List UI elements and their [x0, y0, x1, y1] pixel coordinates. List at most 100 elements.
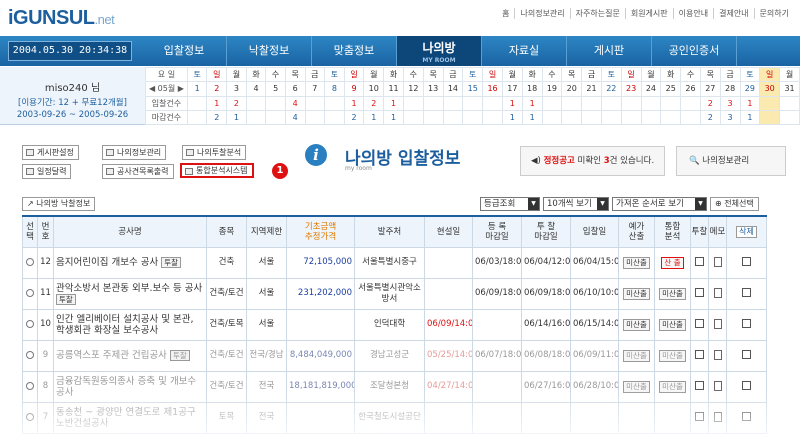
calendar-cell[interactable]: 5 — [265, 81, 286, 97]
calendar-cell[interactable]: 2 — [206, 81, 228, 97]
tuchal-checkbox[interactable] — [695, 319, 704, 328]
row-radio[interactable] — [26, 319, 34, 328]
site-logo[interactable]: iGUNSUL.net — [8, 7, 115, 30]
memo-icon[interactable] — [713, 287, 722, 298]
top-link[interactable]: 자주하는질문 — [569, 8, 625, 19]
calendar-cell[interactable]: 13 — [422, 81, 444, 97]
tuchal-tag[interactable]: 투찰 — [56, 293, 76, 305]
correction-notice[interactable]: ◀) 정정공고 미확인 3건 있습니다. — [520, 146, 665, 176]
order-select[interactable]: 가져온 순서로 보기 ▼ — [612, 197, 707, 211]
analysis-button[interactable]: 산 출 — [661, 256, 684, 269]
analysis-button[interactable]: 미산출 — [659, 318, 686, 331]
memo-icon[interactable] — [713, 256, 722, 267]
tuchal-checkbox[interactable] — [695, 350, 704, 359]
board-settings-button[interactable]: 게시판설정 — [22, 145, 79, 160]
delete-checkbox[interactable] — [742, 257, 751, 266]
calendar-cell[interactable]: 4 — [245, 81, 267, 97]
project-name[interactable]: 금융감독원동의종사 증축 및 개보수공사 — [56, 376, 196, 398]
table-row[interactable]: 8 금융감독원동의종사 증축 및 개보수공사 건축/토건 전국 18,181,819,0… — [22, 370, 767, 403]
row-radio[interactable] — [26, 288, 34, 297]
memo-icon[interactable] — [713, 411, 722, 422]
price-calc-button[interactable]: 미산출 — [623, 318, 650, 331]
memo-icon[interactable] — [713, 349, 722, 360]
calendar-cell[interactable]: 8 — [324, 81, 345, 97]
project-name[interactable]: 인간 엘리베이터 설치공사 및 본관, 학생회관 화장실 보수공사 — [56, 314, 193, 336]
calendar-cell[interactable]: 14 — [442, 81, 464, 97]
row-radio[interactable] — [26, 381, 34, 390]
project-name[interactable]: 공릉역스포 주제관 건립공사 — [56, 350, 167, 361]
top-link[interactable]: 문의하기 — [753, 8, 794, 19]
memo-icon[interactable] — [713, 318, 722, 329]
nav-tab[interactable]: 공인인증서 — [652, 36, 737, 66]
delete-checkbox[interactable] — [742, 412, 751, 421]
row-radio[interactable] — [26, 350, 34, 359]
delete-checkbox[interactable] — [742, 350, 751, 359]
row-radio[interactable] — [26, 257, 34, 266]
table-row[interactable]: 7 동송천 ~ 광양만 연결도로 제1공구 노반건설공사 토목 전국 한국철도시설공단 — [22, 401, 767, 434]
analysis-button[interactable]: 미산출 — [659, 380, 686, 393]
top-link[interactable]: 홈 — [497, 8, 514, 19]
calendar-cell[interactable]: 22 — [600, 81, 622, 97]
integrated-analysis-button[interactable]: 통합분석시스템 — [180, 163, 254, 178]
calendar-cell[interactable]: 17 — [501, 81, 523, 97]
calendar-cell[interactable]: 16 — [482, 81, 503, 97]
my-info-manage-button[interactable]: 🔍 나의정보관리 — [676, 146, 786, 176]
nav-tab[interactable]: 맞춤정보 — [312, 36, 397, 66]
bid-analysis-button[interactable]: 나의투찰분석 — [182, 145, 247, 160]
calendar-cell[interactable]: 27 — [699, 81, 721, 97]
my-award-info-button[interactable]: ↗ 나의방 낙찰정보 — [22, 197, 96, 211]
tuchal-tag[interactable]: 투찰 — [161, 257, 182, 268]
select-all-button[interactable]: ⊕ 전체선택 — [710, 197, 759, 211]
calendar-cell[interactable]: 9 — [343, 81, 365, 97]
nav-tab[interactable]: 나의방 MY ROOM — [397, 36, 482, 66]
price-calc-button[interactable]: 미산출 — [623, 256, 650, 269]
per-page-select[interactable]: 10개씩 보기 ▼ — [543, 197, 609, 211]
analysis-button[interactable]: 미산출 — [659, 287, 686, 300]
calendar-cell[interactable]: 19 — [541, 81, 563, 97]
my-info-button[interactable]: 나의정보관리 — [102, 145, 167, 160]
delete-checkbox[interactable] — [742, 381, 751, 390]
calendar-cell[interactable]: 26 — [680, 81, 701, 97]
table-row[interactable]: 9 공릉역스포 주제관 건립공사 투찰 건축/토건 전국/경남 8,484,049,00… — [22, 339, 767, 372]
delete-button[interactable]: 삭제 — [736, 225, 757, 238]
tuchal-checkbox[interactable] — [695, 381, 704, 390]
delete-checkbox[interactable] — [742, 319, 751, 328]
grade-select[interactable]: 등급조회 ▼ — [480, 197, 540, 211]
calendar-cell[interactable]: 28 — [719, 81, 741, 97]
calendar-cell[interactable]: 18 — [521, 81, 543, 97]
tuchal-tag[interactable]: 투찰 — [169, 350, 190, 361]
table-row[interactable]: 12 음지어린이집 개보수 공사 투찰 건축 서울 72,105,000 서울특별시중구 0… — [22, 246, 767, 279]
nav-tab[interactable]: 게시판 — [567, 36, 652, 66]
calendar-cell[interactable]: 21 — [581, 81, 602, 97]
price-calc-button[interactable]: 미산출 — [623, 287, 650, 300]
tuchal-checkbox[interactable] — [695, 257, 704, 266]
tuchal-checkbox[interactable] — [695, 288, 704, 297]
calendar-cell[interactable]: 7 — [304, 81, 326, 97]
memo-icon[interactable] — [713, 380, 722, 391]
calendar-cell[interactable]: 24 — [640, 81, 662, 97]
nav-tab[interactable]: 자료실 — [482, 36, 567, 66]
analysis-button[interactable]: 미산출 — [659, 349, 686, 362]
top-link[interactable]: 이용안내 — [672, 8, 713, 19]
top-link[interactable]: 결제안내 — [713, 8, 753, 19]
calendar-cell[interactable]: 31 — [779, 81, 800, 97]
calendar-cell[interactable]: 11 — [383, 81, 404, 97]
calendar-cell[interactable]: 3 — [226, 81, 247, 97]
calendar-cell[interactable]: 23 — [620, 81, 642, 97]
schedule-calendar-button[interactable]: 일정달력 — [22, 164, 72, 179]
nav-tab[interactable]: 입찰정보 — [142, 36, 227, 66]
price-calc-button[interactable]: 미산출 — [623, 380, 650, 393]
table-row[interactable]: 11 관악소방서 본관동 외부.보수 등 공사 투찰 건축/토건 서울 231,202,… — [22, 277, 767, 310]
calendar-cell[interactable]: 20 — [561, 81, 583, 97]
project-name[interactable]: 동송천 ~ 광양만 연결도로 제1공구 노반건설공사 — [56, 407, 196, 429]
price-calc-button[interactable]: 미산출 — [623, 349, 650, 362]
calendar-cell[interactable]: 6 — [284, 81, 306, 97]
calendar-cell[interactable]: 12 — [402, 81, 424, 97]
table-row[interactable]: 10 인간 엘리베이터 설치공사 및 본관, 학생회관 화장실 보수공사 건축/토목… — [22, 308, 767, 341]
top-link[interactable]: 나의정보관리 — [514, 8, 569, 19]
print-list-button[interactable]: 공사견목록출력 — [102, 164, 174, 179]
delete-checkbox[interactable] — [742, 288, 751, 297]
project-name[interactable]: 음지어린이집 개보수 공사 — [56, 257, 158, 268]
top-link[interactable]: 회원게시판 — [624, 8, 673, 19]
tuchal-checkbox[interactable] — [695, 412, 704, 421]
